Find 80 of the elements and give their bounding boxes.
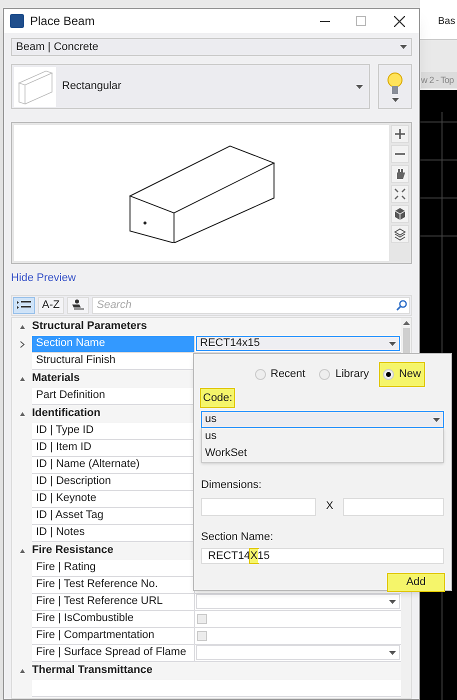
property-name[interactable]: ID | Asset Tag — [32, 508, 195, 524]
layers-icon — [393, 227, 407, 241]
dropdown-option[interactable]: WorkSet — [202, 445, 443, 462]
close-icon — [394, 16, 404, 26]
property-name[interactable]: Fire | Rating — [32, 560, 195, 576]
light-bulb-icon — [387, 72, 403, 96]
section-name-label: Section Name: — [201, 530, 274, 544]
height-field[interactable] — [343, 498, 444, 516]
group-header: Materials — [32, 371, 80, 386]
radio-button[interactable] — [319, 368, 330, 380]
caret-icon — [389, 650, 396, 654]
search-field[interactable]: Search — [92, 296, 410, 314]
property-name[interactable]: Fire | Test Reference No. — [32, 576, 195, 594]
window-title: Place Beam — [30, 13, 95, 30]
hand-button[interactable] — [391, 165, 409, 183]
zoom-out-button[interactable] — [391, 145, 409, 163]
radio-option[interactable]: New — [380, 363, 424, 386]
sort-alphabetical-button[interactable]: A-Z — [38, 296, 64, 314]
checkbox[interactable] — [197, 614, 207, 624]
property-name[interactable]: ID | Type ID — [32, 422, 195, 440]
property-name[interactable]: Fire | Test Reference URL — [32, 594, 195, 610]
scroll-up-icon — [402, 320, 410, 324]
beam-thumbnail-icon — [14, 66, 56, 106]
radio-button[interactable] — [382, 368, 394, 380]
property-name[interactable]: ID | Description — [32, 474, 195, 490]
caret-icon — [389, 342, 396, 346]
add-button[interactable]: Add — [388, 574, 444, 590]
radio-option[interactable]: Recent — [252, 363, 308, 386]
minimize-icon — [320, 20, 330, 22]
categorized-view-button[interactable] — [13, 296, 35, 314]
sort-icon — [70, 299, 85, 311]
maximize-icon — [356, 16, 366, 26]
zoom-in-button[interactable] — [391, 125, 409, 143]
property-name[interactable]: ID | Name (Alternate) — [32, 456, 195, 474]
app-icon — [10, 14, 24, 28]
dimensions-label: Dimensions: — [201, 478, 263, 493]
value-dropdown[interactable]: RECT14x15 — [196, 336, 400, 351]
property-name[interactable]: ID | Item ID — [32, 440, 195, 456]
caret-icon — [389, 600, 396, 604]
fit-view-icon — [393, 187, 407, 201]
property-name[interactable]: ID | Notes — [32, 524, 195, 542]
property-name[interactable]: Fire | IsCombustible — [32, 610, 195, 628]
property-name[interactable]: ID | Keynote — [32, 490, 195, 508]
group-header: Thermal Transmittance — [32, 663, 152, 678]
group-header: Fire Resistance — [32, 543, 114, 558]
sort-button[interactable] — [66, 296, 89, 314]
caret-icon — [433, 418, 440, 422]
radio-button[interactable] — [254, 368, 266, 380]
list-icon — [17, 300, 31, 310]
code-label: Code: — [201, 388, 234, 407]
radio-option[interactable]: Library — [316, 363, 372, 386]
dropdown-option[interactable]: us — [202, 428, 443, 445]
property-name[interactable]: Fire | Surface Spread of Flame — [32, 644, 195, 662]
chevron-right-icon — [20, 340, 24, 348]
fit-view-button[interactable] — [391, 185, 409, 203]
toolbar-label: Bas — [438, 15, 456, 29]
shape-name: Rectangular — [62, 79, 122, 94]
property-name[interactable]: Structural Finish — [32, 352, 195, 370]
group-header: Structural Parameters — [32, 319, 147, 334]
cube-button[interactable] — [391, 205, 409, 223]
property-name[interactable]: Fire | Compartmentation — [32, 628, 195, 644]
width-field[interactable] — [201, 498, 316, 516]
caret-icon — [356, 84, 363, 88]
dropdown-value: RECT14x15 — [200, 336, 260, 352]
group-header: Identification — [32, 406, 100, 422]
caret-icon — [400, 45, 407, 49]
hide-preview-link[interactable]: Hide Preview — [11, 270, 76, 286]
bulb-button[interactable] — [378, 64, 412, 109]
layers-button[interactable] — [391, 225, 409, 243]
dimension-separator: X — [326, 499, 334, 514]
cube-icon — [393, 207, 407, 221]
code-dropdown[interactable]: us — [201, 411, 444, 428]
checkbox[interactable] — [197, 630, 207, 640]
zoom-in-icon — [393, 127, 407, 141]
search-icon — [396, 300, 407, 310]
section-name-field[interactable]: RECT14X15 — [201, 548, 444, 564]
shape-picker[interactable]: Rectangular — [11, 64, 370, 109]
family-dropdown[interactable]: Beam | Concrete — [11, 38, 412, 56]
caret-icon — [392, 98, 398, 102]
property-name[interactable]: Part Definition — [32, 388, 195, 404]
